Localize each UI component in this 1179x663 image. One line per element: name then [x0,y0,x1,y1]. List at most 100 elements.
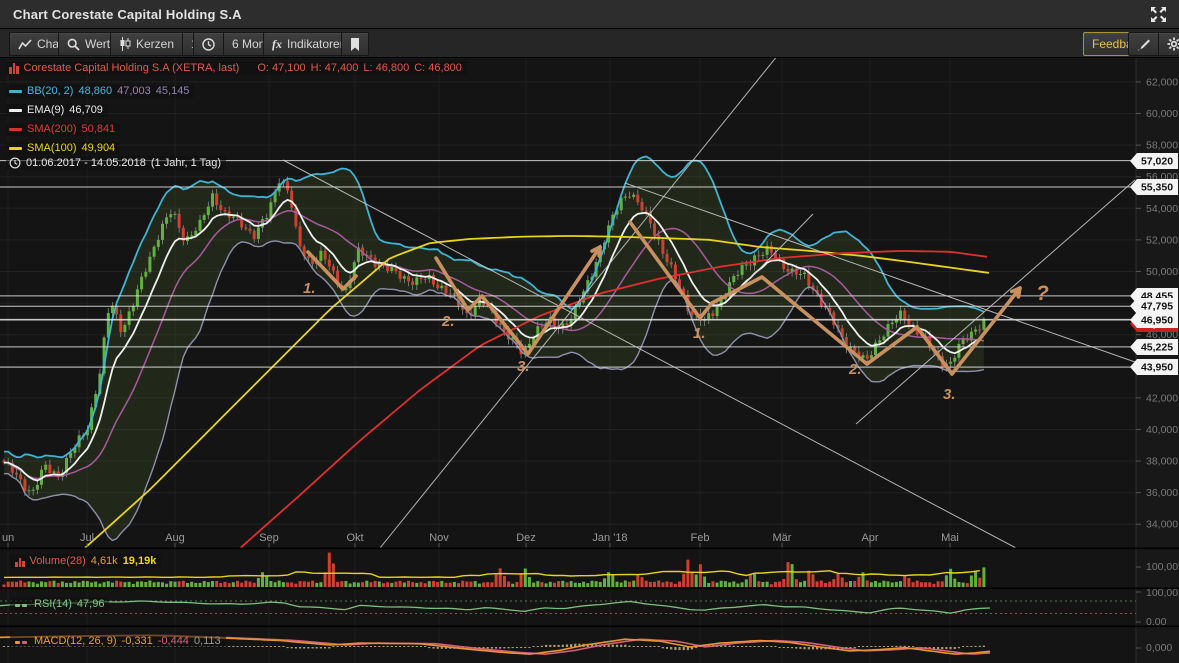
legend-instrument[interactable]: Corestate Capital Holding S.A (XETRA, la… [6,61,467,75]
macd-hist-value: 0,113 [194,635,221,647]
svg-text:Dez: Dez [516,532,536,544]
svg-text:47,795: 47,795 [1141,301,1173,313]
clock-icon [202,38,215,51]
fx-icon: fx [272,37,282,52]
daterange-value: 01.06.2017 - 14.05.2018 [26,158,146,169]
svg-text:Nov: Nov [429,532,449,544]
svg-text:50,000: 50,000 [1146,266,1178,278]
svg-text:Jul: Jul [80,532,94,544]
macd-label: MACD(12, 26, 9) [34,635,117,647]
svg-text:43,950: 43,950 [1141,362,1173,374]
line-chart-icon [18,39,32,50]
price-level-badge: 55,350 [1130,179,1178,195]
svg-text:45,225: 45,225 [1141,342,1173,354]
svg-text:60,000: 60,000 [1146,108,1178,120]
svg-text:57,020: 57,020 [1141,156,1173,168]
settings-button[interactable] [1158,33,1179,55]
macd-signal-value: -0,444 [158,635,189,647]
volume-icon [15,555,25,567]
svg-text:52,000: 52,000 [1146,234,1178,246]
svg-text:36,000: 36,000 [1146,487,1178,499]
svg-text:Feb: Feb [691,532,710,544]
toolbar: Chart Wert Kerzen 1d [0,29,1179,58]
svg-text:3.: 3. [517,358,530,375]
volume-label: Volume(28) [30,555,86,567]
rsi-value: 47,96 [77,598,105,610]
ohlc-close: C: 46,800 [414,63,462,74]
price-level-badge: 47,795 [1130,298,1178,314]
svg-text:Mär: Mär [773,532,792,544]
candle-style-button[interactable]: Kerzen [111,33,182,55]
svg-text:40,000: 40,000 [1146,424,1178,436]
sma100-value: 49,904 [82,143,116,154]
svg-text:?: ? [1036,282,1049,305]
rsi-label: RSI(14) [34,598,72,610]
svg-text:3.: 3. [943,386,956,403]
bb-upper-value: 48,860 [78,86,112,97]
ohlc-open: O: 47,100 [257,63,305,74]
svg-text:Aug: Aug [165,532,185,544]
candles-icon [119,37,131,51]
price-level-badge: 57,020 [1130,153,1178,169]
ema-label: EMA(9) [27,105,64,116]
time-range-icon-button[interactable] [194,33,223,55]
svg-text:Okt: Okt [346,532,363,544]
svg-text:Sep: Sep [259,532,279,544]
svg-text:34,000: 34,000 [1146,519,1178,531]
svg-text:un: un [2,532,14,544]
draw-tools-button[interactable] [1129,33,1158,55]
sma200-value: 50,841 [82,124,116,135]
price-level-badge: 46,950 [1130,312,1178,328]
svg-text:62,000: 62,000 [1146,76,1178,88]
kerzen-button-label: Kerzen [136,37,174,51]
brush-icon [1137,38,1150,51]
instrument-name: Corestate Capital Holding S.A (XETRA, la… [24,63,240,74]
svg-text:Jan '18: Jan '18 [592,532,627,544]
svg-text:100,00k: 100,00k [1146,561,1179,573]
ohlc-high: H: 47,400 [311,63,359,74]
bookmark-icon [350,38,360,51]
price-level-badge: 45,225 [1130,339,1178,355]
legend-ema[interactable]: EMA(9) 46,709 [6,104,108,117]
window-titlebar: Chart Corestate Capital Holding S.A [0,0,1179,29]
legend-daterange[interactable]: 01.06.2017 - 14.05.2018 (1 Jahr, 1 Tag) [6,156,226,170]
legend-sma100[interactable]: SMA(100) 49,904 [6,142,120,155]
macd-legend[interactable]: MACD(12, 26, 9) -0,331 -0,444 0,113 [10,631,226,649]
bookmark-button[interactable] [342,33,368,55]
expand-icon[interactable] [1150,6,1167,23]
svg-text:Mai: Mai [941,532,959,544]
svg-text:42,000: 42,000 [1146,392,1178,404]
svg-text:1.: 1. [303,280,316,297]
ohlc-low: L: 46,800 [363,63,409,74]
svg-text:0,000: 0,000 [1146,642,1172,654]
legend-bb[interactable]: BB(20, 2) 48,860 47,003 45,145 [6,85,194,98]
svg-text:2.: 2. [848,361,862,378]
volume-ma-value: 4,61k [91,555,118,567]
svg-text:54,000: 54,000 [1146,203,1178,215]
svg-text:38,000: 38,000 [1146,456,1178,468]
svg-text:58,000: 58,000 [1146,140,1178,152]
bb-lower-value: 45,145 [156,86,190,97]
rsi-legend[interactable]: RSI(14) 47,96 [10,594,109,612]
bb-label: BB(20, 2) [27,86,73,97]
svg-text:46,950: 46,950 [1141,315,1173,327]
legend-sma200[interactable]: SMA(200) 50,841 [6,123,120,136]
gear-icon [1167,37,1179,51]
ema-icon [9,109,22,112]
svg-text:1.: 1. [693,325,706,342]
search-icon [67,38,80,51]
volume-axis: 100,00k [1146,561,1179,573]
main-legend: Corestate Capital Holding S.A (XETRA, la… [6,61,467,175]
volume-last-value: 19,19k [123,555,157,567]
svg-text:55,350: 55,350 [1141,182,1173,194]
clock-icon [9,157,21,169]
indicators-label: Indikatoren [287,37,346,51]
macd-icon [15,635,29,647]
bb-middle-value: 47,003 [117,86,151,97]
volume-legend[interactable]: Volume(28) 4,61k 19,19k [10,554,161,572]
ema-value: 46,709 [69,105,103,116]
sma100-label: SMA(100) [27,143,77,154]
svg-text:Apr: Apr [861,532,878,544]
app-window: 1.2.3.1.2.3.?62,00060,00058,00056,00054,… [0,0,1179,663]
rsi-icon [15,598,29,610]
